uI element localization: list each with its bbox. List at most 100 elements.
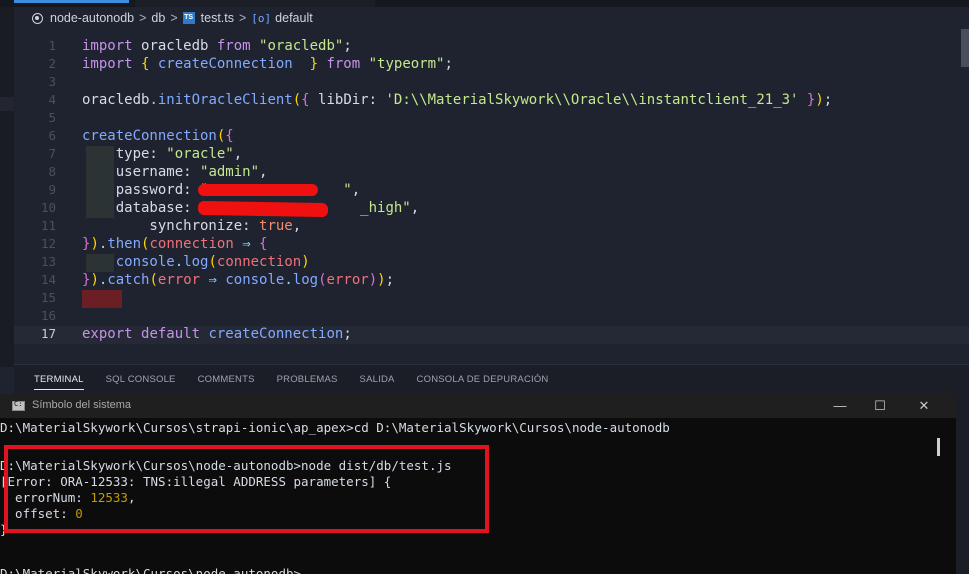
code-text: console.log(connection) — [82, 253, 310, 271]
code-token: , — [259, 164, 268, 180]
terminal-scrollbar[interactable] — [937, 438, 940, 456]
code-line[interactable]: 11 synchronize: true, — [14, 217, 954, 235]
line-number: 16 — [40, 308, 56, 323]
code-line[interactable]: 13 console.log(connection) — [14, 253, 954, 271]
breadcrumb-separator: > — [238, 11, 247, 25]
code-line[interactable]: 1 import oracledb from "oracledb"; — [14, 37, 954, 55]
code-line[interactable]: 16 — [14, 307, 954, 325]
code-token: connection — [216, 254, 302, 270]
terminal-line: D:\MaterialSkywork\Cursos\node-autonodb> — [0, 566, 301, 574]
terminal-line: D:\MaterialSkywork\Cursos\strapi-ionic\a… — [0, 420, 670, 436]
code-editor[interactable]: 1 import oracledb from "oracledb"; 2 import… — [14, 29, 969, 364]
breadcrumb-separator: > — [139, 11, 147, 25]
line-number: 8 — [48, 164, 56, 179]
code-token: { — [301, 92, 319, 108]
terminal-icon — [12, 400, 25, 411]
code-text: export default createConnection; — [82, 325, 352, 343]
close-button[interactable]: ✕ — [912, 396, 936, 416]
code-token: ; — [343, 326, 352, 342]
code-token: ; — [444, 56, 453, 72]
minimize-button[interactable]: — — [828, 396, 852, 416]
tab-comments[interactable]: COMMENTS — [198, 374, 255, 390]
module-symbol-icon: [o] — [251, 11, 272, 25]
terminal-token: D:\MaterialSkywork\Cursos\strapi-ionic\a… — [0, 420, 670, 435]
breadcrumb-symbol[interactable]: default — [275, 11, 313, 25]
breadcrumb-folder-root[interactable]: node-autonodb — [50, 11, 134, 25]
tab-sql-console[interactable]: SQL CONSOLE — [106, 374, 176, 390]
code-token: console — [225, 272, 285, 288]
code-token: default — [141, 326, 209, 342]
line-number: 12 — [40, 236, 56, 251]
code-token: , — [233, 146, 243, 162]
code-token: ( — [208, 254, 217, 270]
code-line[interactable]: 5 — [14, 109, 954, 127]
code-line[interactable]: 8 username: "admin", — [14, 163, 954, 181]
breadcrumb-folder-db[interactable]: db — [151, 11, 165, 25]
tab-salida[interactable]: SALIDA — [360, 374, 395, 390]
window-title: Símbolo del sistema — [32, 399, 132, 411]
code-line[interactable]: 9 password: " ", — [14, 181, 954, 199]
tab-problemas[interactable]: PROBLEMAS — [277, 374, 338, 390]
code-text: type: "oracle", — [82, 145, 242, 163]
code-token: . — [149, 92, 158, 108]
tab-consola-depuracion[interactable]: CONSOLA DE DEPURACIÓN — [417, 374, 549, 390]
code-token: connection — [149, 236, 243, 252]
code-token: initOracleClient — [157, 92, 293, 108]
code-token: true — [259, 218, 293, 234]
code-token: "oracledb" — [259, 38, 344, 54]
code-token: export — [82, 326, 142, 342]
code-token: import — [82, 56, 142, 72]
code-token: console — [115, 254, 175, 270]
code-line[interactable]: 4 oracledb.initOracleClient({ libDir: 'D:… — [14, 91, 954, 109]
code-line[interactable]: 17 export default createConnection; — [14, 325, 954, 343]
code-line[interactable]: 14}).catch(error ⇒ console.log(error)); — [14, 271, 954, 289]
code-token: catch — [107, 272, 150, 288]
code-token: synchronize: — [82, 218, 260, 234]
line-number: 5 — [48, 110, 56, 125]
editor-scrollbar[interactable] — [961, 29, 969, 67]
line-number: 14 — [40, 272, 56, 287]
code-line[interactable]: 7 type: "oracle", — [14, 145, 954, 163]
code-token: from — [326, 56, 369, 72]
code-token: libDir: — [318, 92, 386, 108]
code-line[interactable]: 12}).then(connection ⇒ { — [14, 235, 954, 253]
code-token: log — [292, 272, 319, 288]
code-token: , — [351, 182, 361, 198]
code-token: createConnection — [157, 56, 310, 72]
error-highlight-box — [4, 445, 489, 533]
code-token: ) — [90, 272, 99, 288]
line-number: 9 — [48, 182, 56, 197]
active-tab-indicator[interactable] — [14, 0, 129, 3]
panel-tabs: TERMINAL SQL CONSOLE COMMENTS PROBLEMAS … — [34, 374, 571, 390]
window-titlebar[interactable]: Símbolo del sistema — ☐ ✕ — [0, 394, 956, 418]
code-line[interactable]: 10 database: " _high", — [14, 199, 954, 217]
code-line[interactable]: 2 import { createConnection } from "typeo… — [14, 55, 954, 73]
code-line[interactable]: 6 createConnection({ — [14, 127, 954, 145]
line-number: 3 — [48, 74, 56, 89]
breadcrumb-file[interactable]: test.ts — [201, 11, 234, 25]
code-text: oracledb.initOracleClient({ libDir: 'D:\… — [82, 91, 832, 109]
code-token: error — [326, 272, 369, 288]
terminal-token: D:\MaterialSkywork\Cursos\node-autonodb> — [0, 566, 302, 574]
tab-terminal[interactable]: TERMINAL — [34, 374, 84, 390]
code-token: ( — [149, 272, 158, 288]
code-token: type: — [82, 146, 167, 162]
code-token: . — [284, 272, 293, 288]
inactive-tab[interactable] — [135, 0, 375, 7]
code-token: } — [798, 92, 816, 108]
activity-bar-item[interactable] — [0, 97, 14, 111]
code-line[interactable]: 3 — [14, 73, 954, 91]
typescript-file-icon: TS — [182, 12, 195, 24]
maximize-button[interactable]: ☐ — [868, 396, 892, 416]
code-token: database: — [82, 200, 201, 216]
code-token: "oracle" — [166, 146, 234, 162]
code-token: from — [216, 38, 260, 54]
password-redaction — [198, 184, 318, 196]
line-number: 15 — [40, 290, 56, 305]
code-token: username: — [82, 164, 201, 180]
code-token: 'D:\\MaterialSkywork\\Oracle\\instantcli… — [385, 92, 799, 108]
code-line[interactable]: 15 — [14, 289, 954, 307]
code-token: ) — [377, 272, 386, 288]
code-token: ) — [815, 92, 824, 108]
